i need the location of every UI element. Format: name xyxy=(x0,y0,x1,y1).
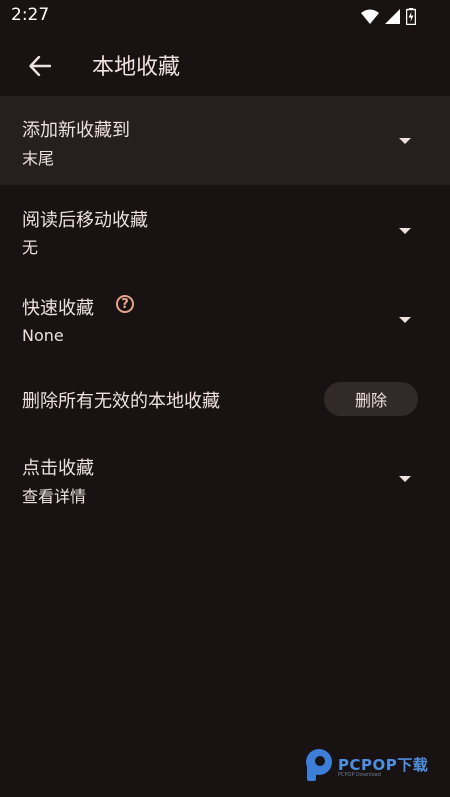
wifi-icon xyxy=(361,9,379,24)
status-time: 2:27 xyxy=(11,5,50,25)
arrow-back-icon xyxy=(29,56,51,76)
setting-click-favorite[interactable]: 点击收藏 查看详情 xyxy=(0,432,450,522)
setting-title: 快速收藏 xyxy=(22,298,94,319)
status-icons xyxy=(361,8,416,25)
page-title: 本地收藏 xyxy=(92,55,181,80)
setting-title: 删除所有无效的本地收藏 xyxy=(22,391,220,412)
setting-move-after-read[interactable]: 阅读后移动收藏 无 xyxy=(0,185,450,274)
delete-button[interactable]: 删除 xyxy=(324,382,418,416)
status-bar: 2:27 xyxy=(0,0,450,34)
setting-value: 末尾 xyxy=(22,149,55,168)
pcpop-logo-icon xyxy=(306,749,332,781)
setting-value: 查看详情 xyxy=(22,487,87,506)
setting-title: 阅读后移动收藏 xyxy=(22,210,148,231)
signal-icon xyxy=(385,9,400,24)
setting-delete-invalid: 删除所有无效的本地收藏 删除 xyxy=(0,366,450,432)
help-icon[interactable]: ? xyxy=(116,295,134,313)
setting-title: 添加新收藏到 xyxy=(22,120,130,141)
setting-title: 点击收藏 xyxy=(22,458,94,479)
setting-quick-favorite[interactable]: 快速收藏 ? None xyxy=(0,274,450,366)
watermark: PCPOP下载 PCPOP Download xyxy=(304,748,444,788)
setting-value: None xyxy=(22,326,64,345)
dropdown-arrow-icon xyxy=(399,138,411,144)
battery-charging-icon xyxy=(406,8,416,25)
setting-value: 无 xyxy=(22,238,39,257)
watermark-sub: PCPOP Download xyxy=(338,772,381,778)
app-bar: 本地收藏 xyxy=(0,34,450,96)
dropdown-arrow-icon xyxy=(399,228,411,234)
dropdown-arrow-icon xyxy=(399,317,411,323)
setting-add-new-favorite-position[interactable]: 添加新收藏到 末尾 xyxy=(0,96,450,185)
dropdown-arrow-icon xyxy=(399,476,411,482)
back-button[interactable] xyxy=(22,48,58,84)
